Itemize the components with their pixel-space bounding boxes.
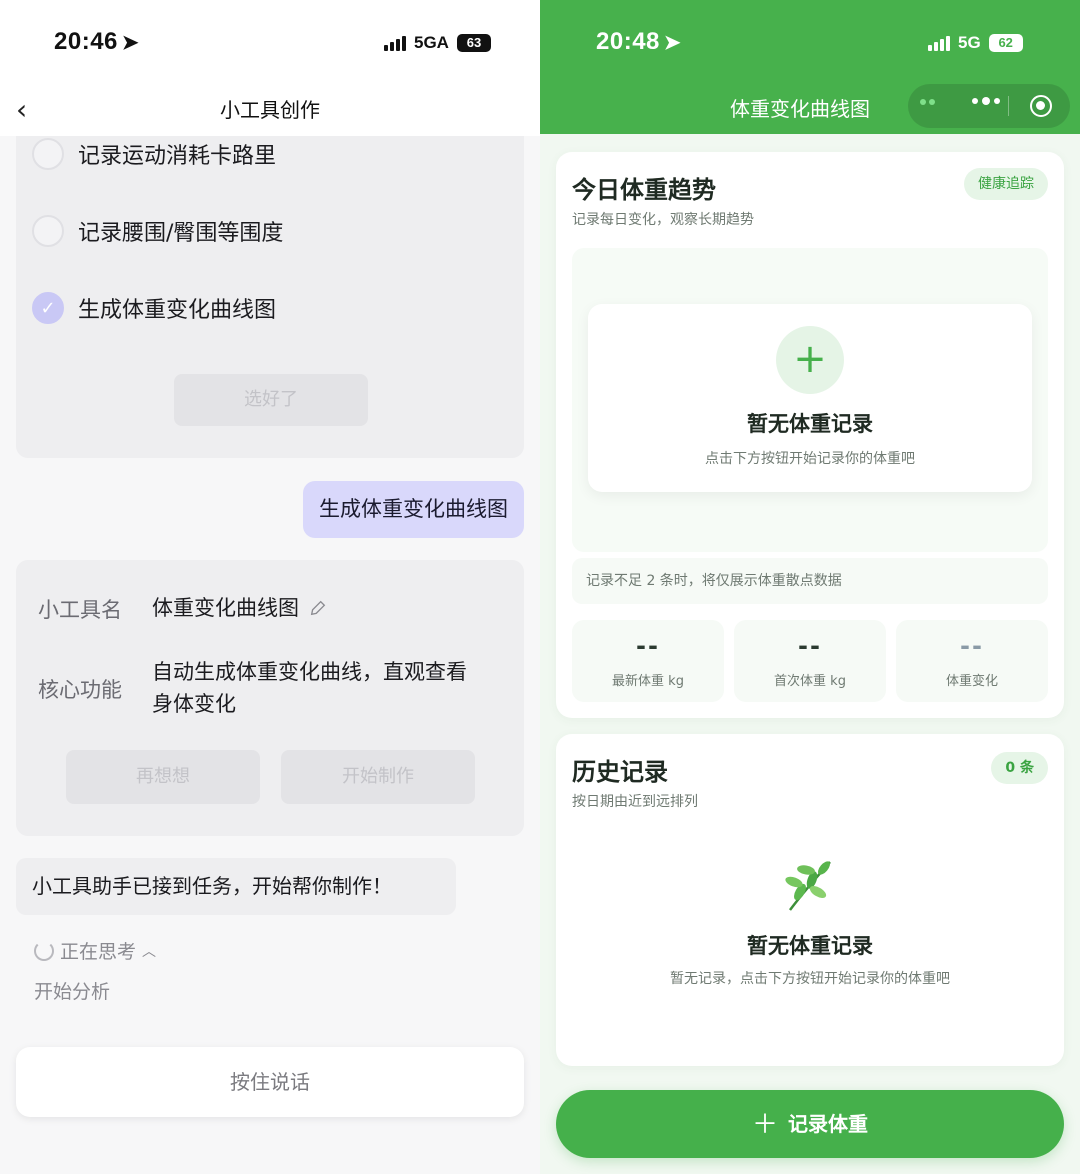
app-header: 20:48 ➤ 5G 62 体重变化曲线图 [540, 0, 1080, 134]
rethink-button[interactable]: 再想想 [66, 750, 260, 804]
empty-title: 暂无体重记录 [747, 412, 873, 436]
tool-info-card: 小工具名 体重变化曲线图 核心功能 自动生成体重变化曲线，直观查看 身体变化 再… [16, 560, 524, 836]
network-label: 5G [958, 33, 981, 52]
record-count-badge: 0 条 [991, 752, 1048, 784]
tool-name-value: 体重变化曲线图 [152, 592, 327, 624]
pencil-icon[interactable] [309, 599, 327, 617]
data-note: 记录不足 2 条时，将仅展示体重散点数据 [572, 558, 1048, 604]
stat-value: -- [636, 632, 660, 660]
stat-latest-weight: -- 最新体重 kg [572, 620, 724, 702]
battery-icon: 62 [988, 34, 1023, 52]
thinking-label: 正在思考 [60, 941, 137, 963]
health-tracking-badge: 健康追踪 [964, 168, 1048, 200]
right-screen: 20:48 ➤ 5G 62 体重变化曲线图 今日体重趋势 记录每日变化，观察长期趋… [540, 0, 1080, 1174]
empty-description: 点击下方按钮开始记录你的体重吧 [705, 451, 915, 467]
chart-area: + 暂无体重记录 点击下方按钮开始记录你的体重吧 [572, 248, 1048, 552]
capsule-divider [1008, 96, 1009, 116]
close-target-icon[interactable] [1030, 95, 1052, 117]
spinner-icon [34, 940, 54, 961]
stat-first-weight: -- 首次体重 kg [734, 620, 886, 702]
location-arrow-icon: ➤ [663, 32, 682, 54]
option-weight-curve[interactable]: ✓ 生成体重变化曲线图 [32, 288, 276, 328]
record-weight-label: 记录体重 [788, 1112, 868, 1136]
options-card: 记录运动消耗卡路里 记录腰围/臀围等围度 ✓ 生成体重变化曲线图 选好了 [16, 136, 524, 458]
tool-name-key: 小工具名 [38, 598, 122, 622]
eyes-icon [920, 99, 935, 105]
nav-bar: ‹ 小工具创作 [0, 88, 540, 136]
thinking-toggle[interactable]: 正在思考 ︿ [34, 937, 156, 964]
miniprogram-capsule [908, 84, 1070, 128]
option-waist[interactable]: 记录腰围/臀围等围度 [32, 211, 283, 251]
signal-group: 5G 62 [928, 33, 1023, 53]
signal-bars-icon [928, 35, 950, 51]
core-function-line: 身体变化 [152, 692, 236, 716]
more-icon[interactable] [972, 97, 1000, 105]
hold-to-talk-button[interactable]: 按住说话 [16, 1047, 524, 1117]
core-function-value: 自动生成体重变化曲线，直观查看 身体变化 [152, 656, 467, 720]
start-making-button[interactable]: 开始制作 [281, 750, 475, 804]
option-label: 记录腰围/臀围等围度 [78, 221, 284, 246]
stat-label: 体重变化 [945, 674, 998, 689]
history-title: 历史记录 [572, 758, 668, 786]
stat-weight-change: -- 体重变化 [896, 620, 1048, 702]
network-label: 5GA [414, 33, 449, 52]
location-arrow-icon: ➤ [121, 32, 140, 54]
trend-title: 今日体重趋势 [572, 176, 716, 204]
trend-card: 今日体重趋势 记录每日变化，观察长期趋势 健康追踪 + 暂无体重记录 点击下方按… [556, 152, 1064, 718]
radio-unchecked-icon[interactable] [32, 215, 64, 247]
user-message-bubble: 生成体重变化曲线图 [303, 481, 524, 538]
stat-value: -- [798, 632, 822, 660]
history-empty-description: 暂无记录，点击下方按钮开始记录你的体重吧 [670, 971, 950, 987]
page-title: 体重变化曲线图 [730, 97, 870, 121]
chosen-button[interactable]: 选好了 [174, 374, 368, 426]
chevron-up-icon: ︿ [142, 943, 157, 960]
option-calories[interactable]: 记录运动消耗卡路里 [32, 134, 276, 174]
analysis-text: 开始分析 [34, 981, 111, 1003]
checkmark-icon[interactable]: ✓ [32, 292, 64, 324]
leaf-icon [785, 861, 831, 911]
core-function-key: 核心功能 [38, 678, 122, 702]
history-subtitle: 按日期由近到远排列 [572, 794, 698, 810]
status-time: 20:48 ➤ [596, 28, 682, 55]
option-label: 记录运动消耗卡路里 [78, 144, 277, 169]
battery-icon: 63 [456, 34, 491, 52]
history-card: 历史记录 按日期由近到远排列 0 条 暂无体重记录 暂无记录，点击下方按钮开始记… [556, 734, 1064, 1066]
plus-icon: ＋ [751, 1110, 778, 1140]
page-title: 小工具创作 [220, 98, 320, 122]
plus-icon[interactable]: + [776, 326, 844, 394]
history-empty-title: 暂无体重记录 [747, 934, 873, 958]
left-screen: 20:46 ➤ 5GA 63 ‹ 小工具创作 记录运动消耗卡路里 记录腰围/臀围等… [0, 0, 540, 1174]
radio-unchecked-icon[interactable] [32, 138, 64, 170]
stat-label: 首次体重 kg [774, 674, 846, 689]
stat-label: 最新体重 kg [612, 674, 684, 689]
empty-state-card: + 暂无体重记录 点击下方按钮开始记录你的体重吧 [588, 304, 1032, 492]
assistant-message-bubble: 小工具助手已接到任务，开始帮你制作！ [16, 858, 456, 915]
signal-bars-icon [384, 35, 406, 51]
signal-group: 5GA 63 [384, 33, 491, 53]
core-function-line: 自动生成体重变化曲线，直观查看 [152, 660, 467, 684]
status-bar: 20:46 ➤ 5GA 63 [0, 0, 540, 88]
status-time: 20:46 ➤ [54, 28, 140, 55]
record-weight-button[interactable]: ＋ 记录体重 [556, 1090, 1064, 1158]
option-label: 生成体重变化曲线图 [78, 298, 277, 323]
stat-value: -- [960, 632, 984, 660]
trend-subtitle: 记录每日变化，观察长期趋势 [572, 212, 754, 228]
